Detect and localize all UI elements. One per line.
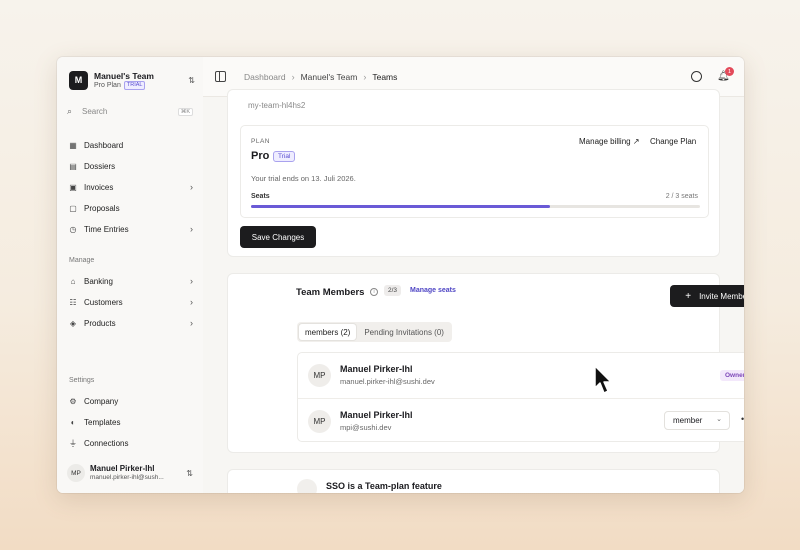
chevron-right-icon: › bbox=[190, 224, 193, 234]
owner-badge: Owner bbox=[720, 370, 744, 381]
role-select[interactable]: member ⌄ bbox=[664, 411, 730, 430]
main-content: Dashboard › Manuel's Team › Teams 🔔︎ 1 m… bbox=[203, 57, 744, 493]
manage-seats-link[interactable]: Manage seats bbox=[410, 287, 456, 294]
table-row: MP Manuel Pirker-Ihl manuel.pirker-ihl@s… bbox=[298, 353, 744, 398]
plan-name: Pro bbox=[251, 150, 270, 162]
seats-progress-fill bbox=[251, 205, 551, 208]
user-menu[interactable]: MP Manuel Pirker-Ihl manuel.pirker-ihl@s… bbox=[67, 461, 193, 485]
team-plan: Pro Plan bbox=[94, 81, 121, 89]
breadcrumb: Dashboard › Manuel's Team › Teams bbox=[244, 72, 397, 82]
seats-progress bbox=[251, 205, 700, 208]
clock-icon: ◷ bbox=[69, 224, 77, 234]
chevron-right-icon: › bbox=[291, 72, 295, 82]
search-shortcut: ⌘K bbox=[177, 107, 193, 116]
sidebar-item-customers[interactable]: ☷ Customers › bbox=[67, 294, 193, 310]
chevron-right-icon: › bbox=[363, 72, 367, 82]
seats-label: Seats bbox=[251, 193, 270, 200]
member-list: MP Manuel Pirker-Ihl manuel.pirker-ihl@s… bbox=[297, 352, 744, 442]
breadcrumb-team[interactable]: Manuel's Team bbox=[301, 72, 358, 82]
info-icon[interactable]: i bbox=[370, 288, 378, 296]
section-label-manage: Manage bbox=[69, 257, 95, 264]
sidebar-item-time-entries[interactable]: ◷ Time Entries › bbox=[67, 221, 194, 237]
document-icon: ▢ bbox=[69, 203, 77, 213]
search-input[interactable]: ⌕ Search ⌘K bbox=[67, 103, 193, 120]
invite-member-button[interactable]: + Invite Member bbox=[670, 285, 744, 307]
sidebar-item-products[interactable]: ◈ Products › bbox=[67, 315, 193, 331]
plus-icon: + bbox=[685, 290, 692, 302]
avatar: MP bbox=[308, 410, 331, 433]
search-placeholder: Search bbox=[82, 107, 108, 116]
tab-pending-invitations[interactable]: Pending Invitations (0) bbox=[358, 324, 450, 340]
chevron-updown-icon: ⇅ bbox=[186, 468, 193, 478]
sidebar-item-proposals[interactable]: ▢ Proposals bbox=[67, 200, 193, 216]
manage-billing-label: Manage billing bbox=[579, 137, 631, 146]
team-members-title: Team Members bbox=[296, 287, 365, 298]
sidebar-item-banking[interactable]: ⌂ Banking › bbox=[67, 273, 193, 289]
chevron-right-icon: › bbox=[190, 318, 193, 328]
sidebar-item-company[interactable]: ⚙ Company bbox=[67, 393, 193, 409]
tab-members[interactable]: members (2) bbox=[299, 324, 357, 340]
member-name: Manuel Pirker-Ihl bbox=[340, 364, 413, 374]
sidebar-item-dossiers[interactable]: ▤ Dossiers bbox=[67, 158, 193, 174]
avatar: MP bbox=[308, 364, 331, 387]
seats-count: 2 / 3 seats bbox=[665, 193, 698, 200]
breadcrumb-teams: Teams bbox=[372, 72, 398, 82]
sidebar: M Manuel's Team Pro Plan TRIAL ⇅ ⌕ Searc… bbox=[57, 57, 203, 493]
table-row: MP Manuel Pirker-Ihl mpi@sushi.dev membe… bbox=[298, 398, 744, 443]
breadcrumb-dashboard[interactable]: Dashboard bbox=[244, 72, 286, 82]
folder-icon: ▤ bbox=[69, 161, 77, 171]
sidebar-toggle-icon[interactable] bbox=[215, 71, 226, 82]
member-name: Manuel Pirker-Ihl bbox=[340, 410, 413, 420]
plan-trial-badge: Trial bbox=[273, 151, 296, 162]
plan-label: PLAN bbox=[251, 138, 270, 145]
chevron-right-icon: › bbox=[190, 182, 193, 192]
chevron-right-icon: › bbox=[190, 297, 193, 307]
member-email: manuel.pirker-ihl@sushi.dev bbox=[340, 377, 435, 386]
trial-badge: TRIAL bbox=[123, 80, 146, 90]
invite-member-label: Invite Member bbox=[699, 291, 744, 301]
users-icon: ☷ bbox=[69, 297, 77, 307]
sso-title: SSO is a Team-plan feature bbox=[326, 481, 442, 491]
mouse-cursor-icon bbox=[594, 365, 612, 394]
member-email: mpi@sushi.dev bbox=[340, 423, 392, 432]
dashboard-icon: ▦ bbox=[69, 140, 77, 150]
bank-icon: ⌂ bbox=[70, 276, 76, 286]
gear-icon: ⚙ bbox=[69, 396, 77, 406]
app-window: M Manuel's Team Pro Plan TRIAL ⇅ ⌕ Searc… bbox=[57, 57, 744, 493]
sidebar-item-dashboard[interactable]: ▦ Dashboard bbox=[67, 137, 193, 153]
team-slug: my-team-hl4hs2 bbox=[248, 101, 306, 110]
team-settings-card: my-team-hl4hs2 PLAN Pro Trial Manage bil… bbox=[227, 89, 720, 257]
seat-count-pill: 2/3 bbox=[384, 285, 402, 296]
lock-icon bbox=[297, 479, 317, 493]
change-plan-link[interactable]: Change Plan bbox=[650, 137, 696, 146]
team-logo: M bbox=[69, 70, 88, 90]
notification-badge: 1 bbox=[725, 67, 734, 76]
more-options-icon[interactable]: ••• bbox=[741, 414, 744, 424]
team-switcher[interactable]: M Manuel's Team Pro Plan TRIAL ⇅ bbox=[69, 68, 195, 92]
box-icon: ◈ bbox=[69, 318, 77, 328]
chat-icon[interactable] bbox=[691, 71, 702, 82]
plan-box: PLAN Pro Trial Manage billing ↗ Change P… bbox=[240, 125, 709, 218]
plug-icon: ⏚ bbox=[69, 438, 77, 448]
chevron-down-icon: ⌄ bbox=[716, 416, 722, 423]
role-select-value: member bbox=[673, 416, 703, 425]
member-tabs: members (2) Pending Invitations (0) bbox=[297, 322, 452, 342]
trial-end-text: Your trial ends on 13. Juli 2026. bbox=[251, 174, 356, 183]
sidebar-item-connections[interactable]: ⏚ Connections bbox=[67, 435, 193, 451]
user-email: manuel.pirker-ihl@sush... bbox=[90, 474, 164, 481]
search-icon: ⌕ bbox=[67, 106, 73, 116]
section-label-settings: Settings bbox=[69, 377, 95, 384]
sidebar-item-templates[interactable]: ◐ Templates bbox=[67, 414, 193, 430]
palette-icon: ◐ bbox=[70, 417, 76, 427]
manage-billing-link[interactable]: Manage billing ↗ bbox=[579, 137, 640, 146]
user-name: Manuel Pirker-Ihl bbox=[90, 464, 155, 473]
invoice-icon: ▣ bbox=[69, 182, 77, 192]
external-link-icon: ↗ bbox=[632, 137, 640, 146]
sidebar-item-invoices[interactable]: ▣ Invoices › bbox=[67, 179, 193, 195]
team-name: Manuel's Team bbox=[94, 70, 154, 81]
avatar: MP bbox=[67, 464, 85, 482]
chevron-updown-icon: ⇅ bbox=[188, 75, 195, 85]
save-changes-button[interactable]: Save Changes bbox=[240, 226, 316, 248]
chevron-right-icon: › bbox=[190, 276, 193, 286]
